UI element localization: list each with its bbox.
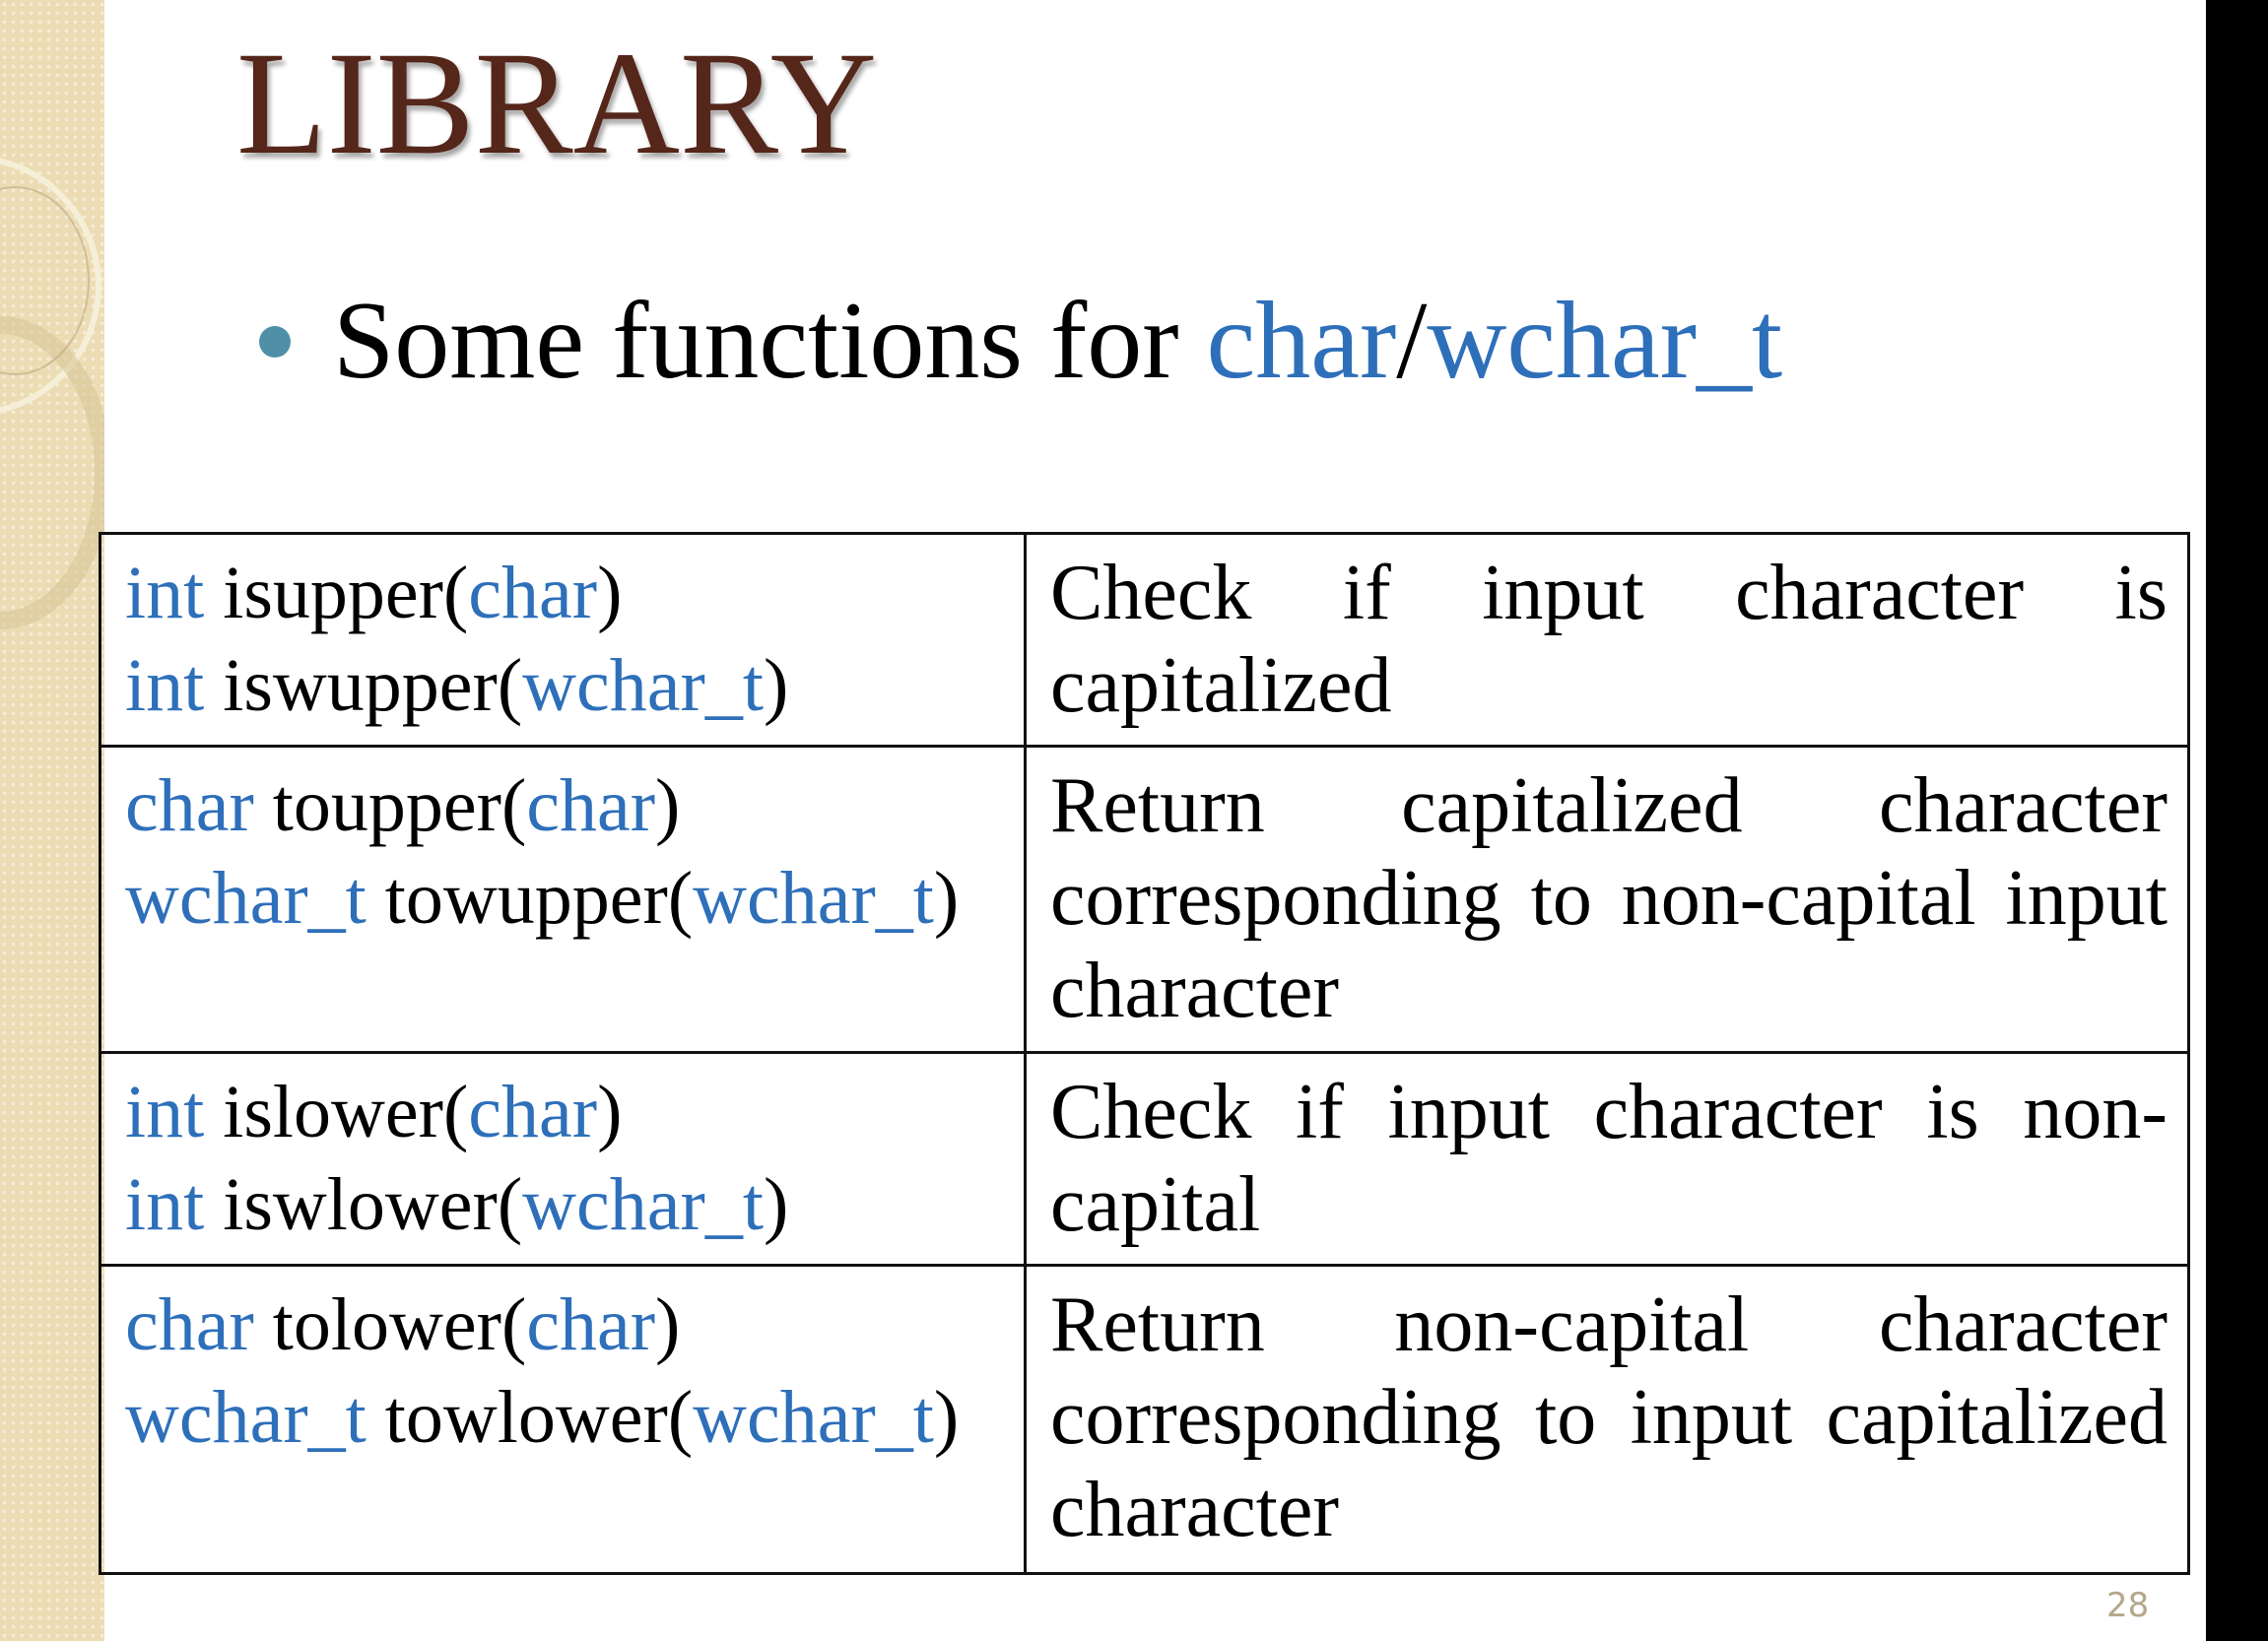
function-signature: int iswupper(wchar_t) (125, 639, 1004, 732)
function-signature: int isupper(char) (125, 547, 1004, 639)
function-description: Return capitalized character correspondi… (1024, 745, 2190, 1054)
function-signature: wchar_t towupper(wchar_t) (125, 852, 1004, 945)
decorative-rings (0, 158, 104, 629)
type-keyword: char (125, 1283, 254, 1366)
type-keyword: wchar_t (693, 857, 934, 940)
signature-text: ) (655, 1283, 681, 1366)
table-row: char toupper(char) wchar_t towupper(wchar… (99, 745, 2190, 1054)
signature-text: tolower( (253, 1283, 527, 1366)
type-keyword: wchar_t (522, 644, 764, 727)
signature-text: iswupper( (204, 644, 523, 727)
bullet-keyword: char (1206, 280, 1397, 402)
type-keyword: wchar_t (125, 857, 367, 940)
signature-text: ) (933, 1376, 960, 1459)
signature-text: towlower( (366, 1376, 694, 1459)
signature-text: ) (763, 1163, 789, 1246)
type-keyword: wchar_t (125, 1376, 367, 1459)
type-keyword: char (526, 764, 656, 847)
slide-title: LIBRARY (236, 22, 878, 185)
type-keyword: char (125, 764, 254, 847)
function-description: Check if input character is capitalized (1024, 532, 2190, 748)
type-keyword: char (526, 1283, 656, 1366)
function-signature: wchar_t towlower(wchar_t) (125, 1371, 1004, 1464)
bullet-text: Some functions for char/wchar_t (333, 280, 1782, 402)
signature-text: ) (655, 764, 681, 847)
function-signatures-cell: char toupper(char) wchar_t towupper(wchar… (99, 745, 1027, 1054)
bullet-prefix: Some functions for (333, 280, 1207, 402)
function-signatures-cell: int isupper(char) int iswupper(wchar_t) (99, 532, 1027, 748)
type-keyword: char (468, 1071, 598, 1153)
function-signature: char tolower(char) (125, 1279, 1004, 1371)
function-signature: char toupper(char) (125, 759, 1004, 852)
signature-text: towupper( (366, 857, 694, 940)
decorative-ring (0, 316, 104, 629)
signature-text: islower( (204, 1071, 469, 1153)
type-keyword: wchar_t (693, 1376, 934, 1459)
function-signatures-cell: int islower(char) int iswlower(wchar_t) (99, 1051, 1027, 1267)
table-row: int islower(char) int iswlower(wchar_t) Ch… (99, 1051, 2190, 1267)
functions-table: int isupper(char) int iswupper(wchar_t) Ch… (99, 532, 2190, 1575)
signature-text: iswlower( (204, 1163, 523, 1246)
signature-text: ) (597, 1071, 623, 1153)
signature-text: toupper( (253, 764, 527, 847)
type-keyword: int (125, 644, 205, 727)
bullet-dot-icon (259, 326, 291, 358)
bullet-item: Some functions for char/wchar_t (259, 280, 2136, 402)
function-signature: int islower(char) (125, 1066, 1004, 1158)
window-edge (2206, 0, 2268, 1641)
signature-text: ) (597, 552, 623, 634)
type-keyword: char (468, 552, 598, 634)
table-row: int isupper(char) int iswupper(wchar_t) Ch… (99, 532, 2190, 748)
function-description: Check if input character is non-capital (1024, 1051, 2190, 1267)
table-row: char tolower(char) wchar_t towlower(wchar… (99, 1264, 2190, 1575)
type-keyword: int (125, 552, 205, 634)
function-signature: int iswlower(wchar_t) (125, 1158, 1004, 1251)
type-keyword: int (125, 1163, 205, 1246)
type-keyword: int (125, 1071, 205, 1153)
bullet-separator: / (1396, 280, 1428, 402)
function-signatures-cell: char tolower(char) wchar_t towlower(wchar… (99, 1264, 1027, 1575)
function-description: Return non-capital character correspondi… (1024, 1264, 2190, 1575)
signature-text: isupper( (204, 552, 469, 634)
signature-text: ) (933, 857, 960, 940)
page-number: 28 (2106, 1586, 2150, 1625)
bullet-keyword: wchar_t (1427, 280, 1783, 402)
decorative-side-strip (0, 0, 104, 1641)
signature-text: ) (763, 644, 789, 727)
type-keyword: wchar_t (522, 1163, 764, 1246)
